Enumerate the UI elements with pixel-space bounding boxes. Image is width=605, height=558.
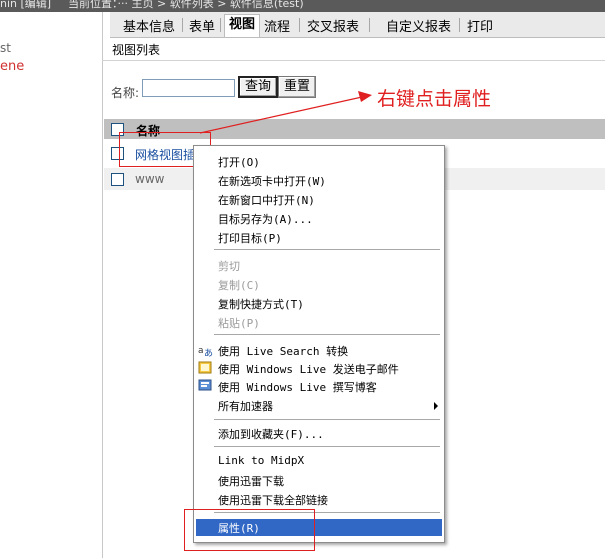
menu-item-save-target[interactable]: 目标另存为(A)...	[218, 211, 313, 228]
menu-separator	[214, 334, 440, 335]
context-menu: 打开(O) 在新选项卡中打开(W) 在新窗口中打开(N) 目标另存为(A)...…	[193, 145, 445, 543]
menu-separator	[214, 446, 440, 447]
submenu-arrow-icon	[434, 402, 438, 410]
translate-icon: aあ	[198, 343, 213, 359]
menu-item-live-send-email[interactable]: 使用 Windows Live 发送电子邮件	[218, 361, 399, 378]
menu-item-thunder-download-all[interactable]: 使用迅雷下载全部链接	[218, 492, 328, 509]
menu-item-link-to-midpx[interactable]: Link to MidpX	[218, 454, 304, 471]
menu-item-live-search-translate[interactable]: 使用 Live Search 转换	[218, 343, 348, 360]
email-icon	[198, 361, 213, 375]
menu-item-copy[interactable]: 复制(C)	[218, 277, 260, 294]
menu-item-open[interactable]: 打开(O)	[218, 154, 260, 171]
blog-icon	[198, 379, 213, 393]
menu-item-add-favorites[interactable]: 添加到收藏夹(F)...	[218, 426, 324, 443]
annotation-text: 右键点击属性	[377, 88, 492, 110]
svg-text:a: a	[198, 346, 204, 356]
menu-item-live-write-blog[interactable]: 使用 Windows Live 撰写博客	[218, 379, 377, 396]
menu-item-all-accelerators[interactable]: 所有加速器	[218, 398, 273, 415]
svg-text:あ: あ	[204, 348, 213, 357]
menu-item-copy-shortcut[interactable]: 复制快捷方式(T)	[218, 296, 304, 313]
menu-separator	[214, 249, 440, 250]
menu-item-thunder-download[interactable]: 使用迅雷下载	[218, 473, 284, 490]
menu-item-paste[interactable]: 粘贴(P)	[218, 315, 260, 332]
annotation-highlight-box	[184, 509, 315, 551]
menu-item-open-new-window[interactable]: 在新窗口中打开(N)	[218, 192, 315, 209]
menu-item-print-target[interactable]: 打印目标(P)	[218, 230, 282, 247]
menu-separator	[214, 419, 440, 420]
menu-item-cut[interactable]: 剪切	[218, 258, 240, 275]
menu-item-open-new-tab[interactable]: 在新选项卡中打开(W)	[218, 173, 326, 190]
